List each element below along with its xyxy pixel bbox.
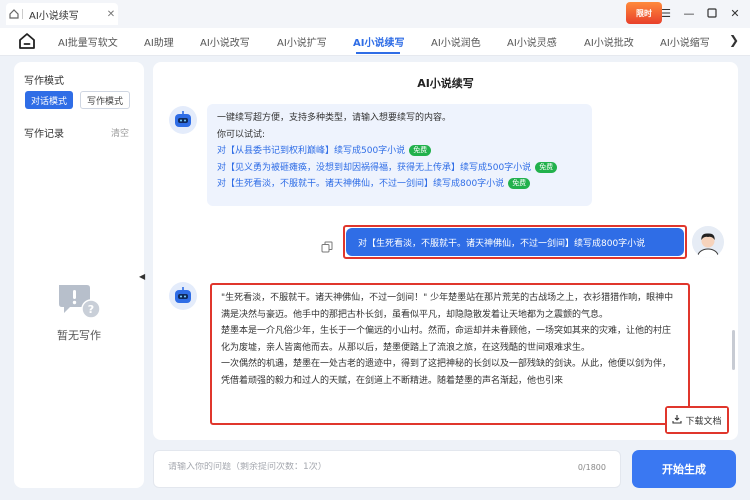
- title-bar: AI小说续写 ✕ 限时 ☰ — ✕: [0, 0, 750, 28]
- generated-story: "生死看淡，不服就干。诸天神佛仙，不过一剑间！" 少年楚墨站在那片荒芜的古战场之…: [213, 286, 683, 426]
- tab-novel-polish[interactable]: AI小说润色: [431, 34, 481, 49]
- free-badge: 免费: [409, 145, 432, 156]
- bot-intro-message: 一键续写超方便，支持多种类型，请输入想要续写的内容。 你可以试试: 对【从县委书…: [207, 104, 592, 206]
- bot-avatar: [169, 106, 197, 134]
- story-paragraph: "生死看淡，不服就干。诸天神佛仙，不过一剑间！" 少年楚墨站在那片荒芜的古战场之…: [221, 293, 674, 320]
- app-tab[interactable]: AI小说续写 ✕: [6, 3, 118, 25]
- tab-novel-review[interactable]: AI小说批改: [584, 34, 634, 49]
- free-badge: 免费: [535, 161, 558, 173]
- try-label: 你可以试试:: [217, 129, 266, 140]
- question-input-box: 0/1800: [153, 450, 621, 488]
- chat-mode-button[interactable]: 对话模式: [25, 91, 73, 109]
- home-icon[interactable]: [18, 32, 36, 50]
- tab-novel-condense[interactable]: AI小说缩写: [660, 34, 710, 49]
- active-tab-indicator: [356, 52, 400, 54]
- page-title: AI小说续写: [417, 77, 474, 90]
- svg-text:?: ?: [88, 303, 94, 316]
- copy-icon[interactable]: [321, 238, 333, 253]
- tab-ai-assistant[interactable]: AI助理: [144, 34, 174, 49]
- tab-novel-continue[interactable]: AI小说续写: [353, 34, 404, 49]
- tab-batch-article[interactable]: AI批量写软文: [58, 34, 118, 49]
- home-icon[interactable]: [6, 9, 22, 19]
- promo-badge[interactable]: 限时: [626, 2, 662, 24]
- download-icon: [672, 414, 683, 427]
- user-message: 对【生死看淡，不服就干。诸天神佛仙，不过一剑间】续写成800字小说: [346, 228, 684, 256]
- tab-novel-expand[interactable]: AI小说扩写: [277, 34, 327, 49]
- chevron-right-icon[interactable]: ❯: [726, 33, 742, 49]
- story-paragraph: 楚墨本是一介凡俗少年，生长于一个偏远的小山村。然而，命运却并未眷顾他，一场突如其…: [221, 326, 672, 353]
- suggestion-text[interactable]: 对【生死看淡，不服就干。诸天神佛仙，不过一剑间】续写成800字小说: [217, 179, 504, 189]
- tool-navbar: AI批量写软文 AI助理 AI小说改写 AI小说扩写 AI小说续写 AI小说润色…: [0, 28, 750, 56]
- clear-records-button[interactable]: 清空: [111, 126, 129, 139]
- suggestion-text[interactable]: 对【见义勇为被砸瘫痪，没想到却因祸得福，获得无上传承】续写成500字小说: [217, 163, 531, 173]
- window-close-icon[interactable]: ✕: [728, 4, 742, 22]
- menu-icon[interactable]: ☰: [659, 4, 673, 22]
- write-mode-button[interactable]: 写作模式: [80, 91, 130, 109]
- chat-panel: AI小说续写 一键续写超方便，支持多种类型，请输入想要续写的内容。 你可以试试:…: [153, 62, 738, 440]
- bot-intro-text: 一键续写超方便，支持多种类型，请输入想要续写的内容。: [217, 113, 452, 123]
- empty-records-text: 暂无写作: [57, 329, 101, 342]
- minimize-icon[interactable]: —: [682, 4, 696, 22]
- suggestion-item[interactable]: 对【生死看淡，不服就干。诸天神佛仙，不过一剑间】续写成800字小说 免费: [217, 176, 582, 193]
- tab-novel-rewrite[interactable]: AI小说改写: [200, 34, 250, 49]
- free-badge: 免费: [508, 178, 531, 189]
- suggestion-item[interactable]: 对【见义勇为被砸瘫痪，没想到却因祸得福，获得无上传承】续写成500字小说 免费: [217, 160, 582, 177]
- suggestion-text[interactable]: 对【从县委书记到权利巅峰】续写成500字小说: [217, 146, 405, 156]
- question-input[interactable]: [168, 462, 528, 472]
- scrollbar-thumb[interactable]: [732, 330, 735, 370]
- start-generate-button[interactable]: 开始生成: [632, 450, 736, 488]
- tab-title: AI小说续写: [29, 10, 79, 22]
- close-icon[interactable]: ✕: [104, 9, 118, 20]
- tab-novel-inspiration[interactable]: AI小说灵感: [507, 34, 557, 49]
- user-avatar: [692, 226, 724, 258]
- download-document-button[interactable]: 下载文档: [667, 408, 727, 432]
- download-label[interactable]: 下载文档: [685, 414, 721, 427]
- empty-records-icon: ?: [56, 282, 102, 322]
- records-heading: 写作记录: [24, 129, 64, 140]
- char-count: 0/1800: [577, 463, 606, 472]
- window-controls: ☰ — ✕: [659, 4, 742, 22]
- bot-avatar: [169, 282, 197, 310]
- maximize-icon[interactable]: [705, 4, 719, 22]
- mode-heading: 写作模式: [24, 76, 64, 87]
- story-paragraph: 一次偶然的机遇，楚墨在一处古老的遗迹中，得到了这把神秘的长剑以及一部残缺的剑诀。…: [221, 359, 672, 386]
- tab-divider: [22, 9, 23, 19]
- sidebar: 写作模式 对话模式 写作模式 写作记录 清空 ? 暂无写作: [14, 62, 144, 488]
- collapse-sidebar-icon[interactable]: ◀: [139, 272, 147, 282]
- suggestion-item[interactable]: 对【从县委书记到权利巅峰】续写成500字小说 免费: [217, 143, 582, 160]
